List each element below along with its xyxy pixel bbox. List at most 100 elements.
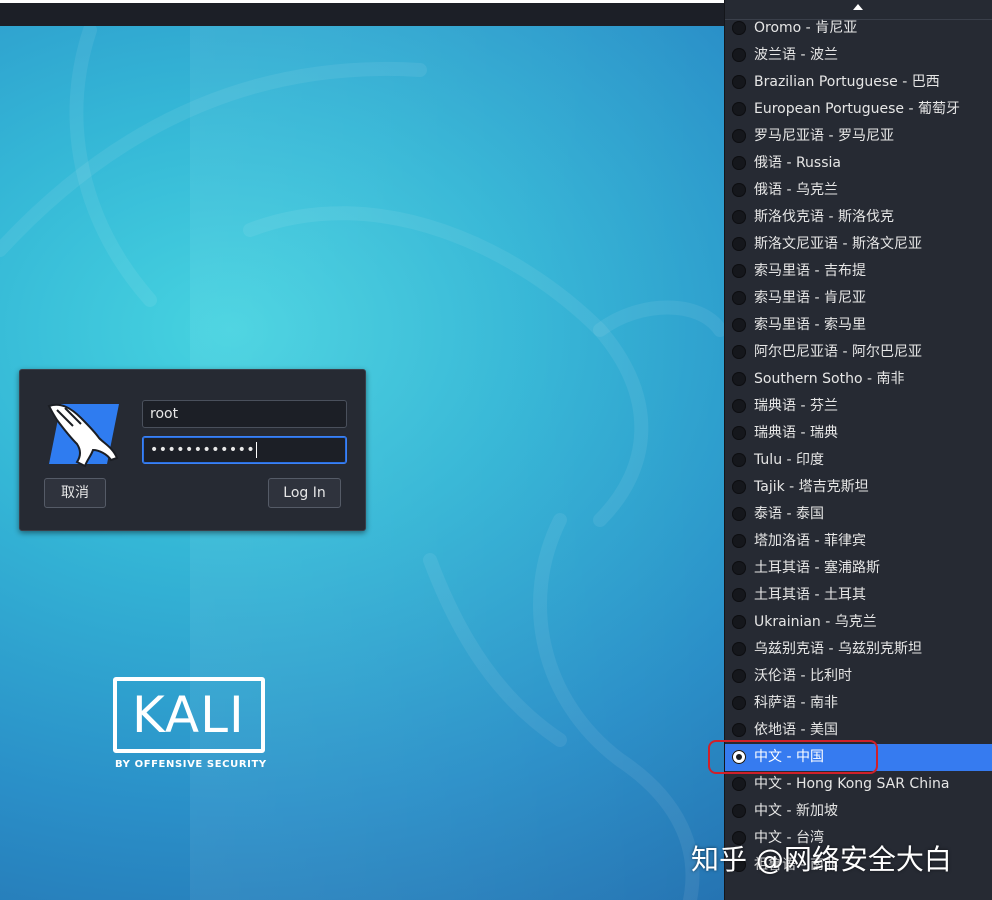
language-menu-item[interactable]: 土耳其语 - 土耳其 <box>725 582 992 609</box>
kali-logo-tagline: BY OFFENSIVE SECURITY <box>115 759 267 770</box>
radio-icon <box>732 669 746 683</box>
kali-user-avatar-icon <box>47 403 119 468</box>
language-menu-item[interactable]: 瑞典语 - 芬兰 <box>725 393 992 420</box>
radio-icon <box>732 777 746 791</box>
radio-icon <box>732 480 746 494</box>
login-dialog: root •••••••••••• 取消 Log In <box>19 369 366 531</box>
radio-icon <box>732 48 746 62</box>
language-menu-item-label: 罗马尼亚语 - 罗马尼亚 <box>754 128 894 144</box>
radio-icon <box>732 75 746 89</box>
radio-icon <box>732 210 746 224</box>
language-menu-item-label: Southern Sotho - 南非 <box>754 371 905 387</box>
radio-icon <box>732 453 746 467</box>
radio-icon <box>732 588 746 602</box>
language-menu-item[interactable]: 科萨语 - 南非 <box>725 690 992 717</box>
watermark: 知乎 @网络安全大白 <box>691 843 952 876</box>
language-menu-item-label: 科萨语 - 南非 <box>754 695 838 711</box>
scroll-up-arrow-icon <box>853 4 863 10</box>
language-menu-item-label: 瑞典语 - 芬兰 <box>754 398 838 414</box>
radio-icon <box>732 345 746 359</box>
language-menu-item[interactable]: Oromo - 肯尼亚 <box>725 15 992 42</box>
radio-icon <box>732 615 746 629</box>
language-menu-item-label: 俄语 - 乌克兰 <box>754 182 838 198</box>
language-menu-item[interactable]: 索马里语 - 肯尼亚 <box>725 285 992 312</box>
language-menu-item[interactable]: 俄语 - 乌克兰 <box>725 177 992 204</box>
radio-icon <box>732 237 746 251</box>
annotation-circle <box>708 740 878 774</box>
language-menu-item-label: 斯洛文尼亚语 - 斯洛文尼亚 <box>754 236 922 252</box>
radio-icon <box>732 642 746 656</box>
language-menu-item-label: 阿尔巴尼亚语 - 阿尔巴尼亚 <box>754 344 922 360</box>
language-menu-item-label: 斯洛伐克语 - 斯洛伐克 <box>754 209 894 225</box>
radio-icon <box>732 291 746 305</box>
radio-icon <box>732 507 746 521</box>
language-menu-item[interactable]: European Portuguese - 葡萄牙 <box>725 96 992 123</box>
radio-icon <box>732 372 746 386</box>
language-menu-item[interactable]: 索马里语 - 索马里 <box>725 312 992 339</box>
language-menu-item[interactable]: 阿尔巴尼亚语 - 阿尔巴尼亚 <box>725 339 992 366</box>
language-menu-item[interactable]: 波兰语 - 波兰 <box>725 42 992 69</box>
language-menu-item[interactable]: 塔加洛语 - 菲律宾 <box>725 528 992 555</box>
kali-logo-word: KALI <box>132 686 245 744</box>
language-menu-item[interactable]: 泰语 - 泰国 <box>725 501 992 528</box>
password-mask: •••••••••••• <box>150 442 256 458</box>
password-field[interactable]: •••••••••••• <box>142 436 347 464</box>
radio-icon <box>732 318 746 332</box>
language-menu-item-label: 中文 - Hong Kong SAR China <box>754 776 950 792</box>
radio-icon <box>732 534 746 548</box>
language-menu-item[interactable]: 斯洛文尼亚语 - 斯洛文尼亚 <box>725 231 992 258</box>
language-menu-item-label: 土耳其语 - 土耳其 <box>754 587 866 603</box>
language-menu-item[interactable]: 中文 - Hong Kong SAR China <box>725 771 992 798</box>
radio-icon <box>732 561 746 575</box>
radio-icon <box>732 723 746 737</box>
login-button[interactable]: Log In <box>268 478 341 508</box>
text-caret <box>256 442 258 458</box>
language-menu-item-label: 塔加洛语 - 菲律宾 <box>754 533 866 549</box>
username-field[interactable]: root <box>142 400 347 428</box>
language-menu-item[interactable]: Tulu - 印度 <box>725 447 992 474</box>
radio-icon <box>732 183 746 197</box>
language-menu-item[interactable]: 俄语 - Russia <box>725 150 992 177</box>
radio-icon <box>732 804 746 818</box>
language-menu-item-label: 索马里语 - 索马里 <box>754 317 866 333</box>
language-menu-item[interactable]: 沃伦语 - 比利时 <box>725 663 992 690</box>
language-menu-item[interactable]: Southern Sotho - 南非 <box>725 366 992 393</box>
language-menu-item-label: 乌兹别克语 - 乌兹别克斯坦 <box>754 641 922 657</box>
language-menu-item[interactable]: 土耳其语 - 塞浦路斯 <box>725 555 992 582</box>
cancel-button[interactable]: 取消 <box>44 478 106 508</box>
radio-icon <box>732 696 746 710</box>
language-menu-item-label: European Portuguese - 葡萄牙 <box>754 101 960 117</box>
radio-icon <box>732 264 746 278</box>
language-menu-item[interactable]: Ukrainian - 乌克兰 <box>725 609 992 636</box>
language-menu-item[interactable]: Tajik - 塔吉克斯坦 <box>725 474 992 501</box>
language-menu-item[interactable]: 乌兹别克语 - 乌兹别克斯坦 <box>725 636 992 663</box>
language-menu-item-label: 波兰语 - 波兰 <box>754 47 838 63</box>
kali-logo: KALI BY OFFENSIVE SECURITY <box>113 677 271 773</box>
language-menu-item-label: 沃伦语 - 比利时 <box>754 668 852 684</box>
language-menu-item-label: Brazilian Portuguese - 巴西 <box>754 74 940 90</box>
language-menu-item[interactable]: 中文 - 新加坡 <box>725 798 992 825</box>
radio-icon <box>732 399 746 413</box>
language-menu-item-label: 瑞典语 - 瑞典 <box>754 425 838 441</box>
language-menu-item-label: 土耳其语 - 塞浦路斯 <box>754 560 880 576</box>
radio-icon <box>732 156 746 170</box>
top-panel <box>0 0 726 26</box>
language-menu-item-label: Ukrainian - 乌克兰 <box>754 614 877 630</box>
radio-icon <box>732 129 746 143</box>
language-menu-item-label: Tajik - 塔吉克斯坦 <box>754 479 869 495</box>
language-menu-item[interactable]: 斯洛伐克语 - 斯洛伐克 <box>725 204 992 231</box>
language-menu-item[interactable]: 瑞典语 - 瑞典 <box>725 420 992 447</box>
language-menu-item-label: Oromo - 肯尼亚 <box>754 20 858 36</box>
radio-icon <box>732 426 746 440</box>
language-menu-item-label: 索马里语 - 肯尼亚 <box>754 290 866 306</box>
language-menu-item[interactable]: 索马里语 - 吉布提 <box>725 258 992 285</box>
radio-icon <box>732 102 746 116</box>
language-menu-item[interactable]: Brazilian Portuguese - 巴西 <box>725 69 992 96</box>
language-menu-item-label: 中文 - 新加坡 <box>754 803 838 819</box>
language-menu-item[interactable]: 罗马尼亚语 - 罗马尼亚 <box>725 123 992 150</box>
language-menu-item-label: 泰语 - 泰国 <box>754 506 824 522</box>
radio-icon <box>732 21 746 35</box>
language-menu-item-label: 索马里语 - 吉布提 <box>754 263 866 279</box>
language-menu-item-label: Tulu - 印度 <box>754 452 825 468</box>
language-menu-item-label: 俄语 - Russia <box>754 155 841 171</box>
